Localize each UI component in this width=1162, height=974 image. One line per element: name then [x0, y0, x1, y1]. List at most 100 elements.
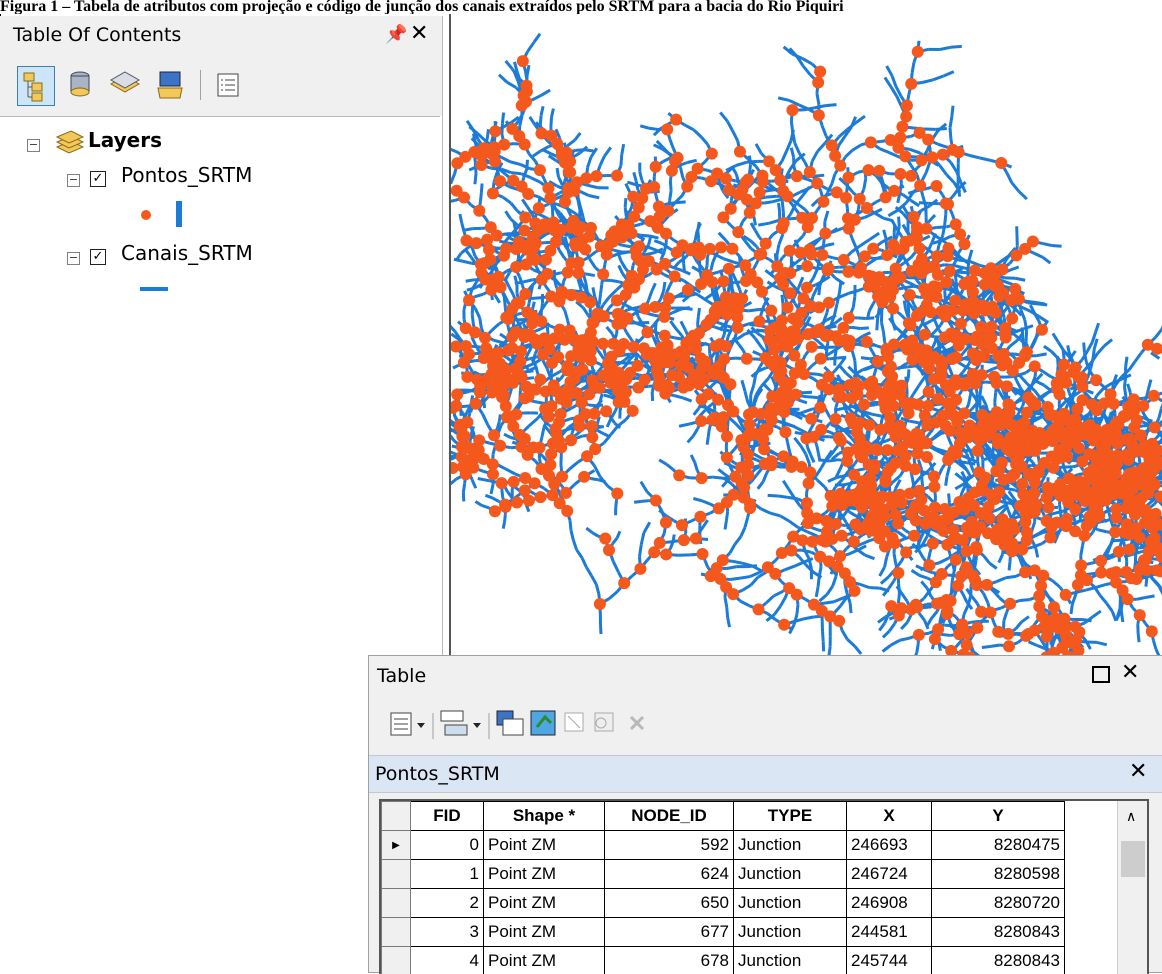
stream-segment — [883, 645, 891, 651]
layer-visibility-checkbox[interactable]: ✓ — [90, 249, 106, 265]
options-icon[interactable] — [210, 66, 246, 104]
stream-segment — [462, 406, 469, 407]
stream-segment — [949, 494, 950, 503]
stream-segment — [596, 584, 599, 594]
stream-segment — [482, 505, 489, 507]
stream-segment — [1022, 617, 1029, 622]
stream-segment — [733, 131, 738, 141]
stream-segment — [1009, 561, 1010, 570]
stream-segment — [693, 499, 702, 501]
stream-segment — [640, 172, 642, 181]
list-by-selection-icon[interactable] — [152, 66, 188, 104]
stream-segment — [589, 195, 600, 197]
stream-segment — [451, 174, 455, 184]
stream-segment — [542, 427, 544, 438]
stream-segment — [724, 463, 732, 467]
stream-segment — [902, 594, 907, 601]
stream-segment — [904, 301, 905, 309]
stream-segment — [887, 66, 892, 76]
layer-visibility-checkbox[interactable]: ✓ — [90, 171, 106, 187]
stream-segment — [575, 133, 581, 140]
stream-segment — [534, 34, 540, 43]
collapse-icon[interactable]: − — [27, 139, 40, 152]
list-by-source-icon[interactable] — [62, 66, 98, 104]
stream-segment — [948, 435, 952, 444]
stream-segment — [802, 58, 812, 63]
stream-segment — [807, 447, 810, 455]
stream-segment — [923, 196, 926, 207]
stream-segment — [597, 430, 603, 433]
stream-segment — [611, 280, 620, 282]
stream-segment — [884, 230, 886, 238]
list-by-visibility-icon[interactable] — [107, 66, 143, 104]
stream-segment — [801, 392, 812, 393]
stream-segment — [644, 522, 650, 533]
stream-segment — [969, 395, 971, 405]
stream-segment — [570, 521, 571, 531]
stream-segment — [480, 318, 482, 328]
stream-segment — [506, 211, 511, 219]
stream-segment — [591, 479, 598, 480]
stream-segment — [911, 570, 919, 575]
stream-segment — [604, 395, 611, 397]
stream-segment — [867, 311, 869, 319]
stream-segment — [451, 325, 455, 332]
stream-segment — [919, 613, 925, 620]
stream-segment — [646, 253, 655, 255]
stream-segment — [765, 196, 776, 197]
collapse-icon[interactable]: − — [67, 174, 80, 187]
stream-segment — [619, 265, 623, 273]
stream-segment — [972, 596, 978, 603]
map-canvas[interactable] — [449, 14, 1162, 658]
stream-segment — [510, 162, 520, 165]
stream-segment — [648, 247, 657, 250]
stream-segment — [463, 483, 464, 492]
stream-segment — [1010, 340, 1018, 346]
collapse-icon[interactable]: − — [67, 252, 80, 265]
stream-segment — [1052, 580, 1060, 586]
stream-segment — [478, 479, 490, 481]
stream-segment — [586, 528, 592, 532]
stream-segment — [541, 106, 543, 115]
stream-segment — [876, 311, 881, 318]
close-icon[interactable]: ✕ — [410, 21, 428, 46]
stream-segment — [713, 254, 716, 262]
stream-segment — [451, 455, 453, 456]
stream-segment — [649, 128, 658, 129]
drainage-network-map — [451, 14, 1162, 658]
stream-segment — [811, 455, 814, 463]
stream-segment — [611, 417, 615, 423]
stream-segment — [963, 593, 967, 601]
stream-segment — [861, 239, 870, 245]
stream-segment — [515, 282, 524, 284]
stream-segment — [627, 182, 636, 185]
list-by-drawing-order-icon[interactable] — [17, 66, 55, 106]
stream-segment — [577, 550, 583, 558]
stream-segment — [558, 177, 562, 185]
stream-segment — [622, 144, 624, 155]
stream-segment — [817, 480, 825, 487]
stream-segment — [1007, 173, 1012, 183]
stream-segment — [531, 298, 541, 299]
stream-segment — [711, 262, 713, 270]
stream-segment — [594, 466, 600, 477]
stream-segment — [506, 469, 516, 474]
stream-segment — [639, 545, 641, 557]
stream-segment — [912, 62, 914, 73]
stream-segment — [763, 473, 766, 481]
stream-segment — [727, 121, 732, 131]
stream-segment — [547, 327, 548, 334]
stream-segment — [754, 216, 756, 225]
stream-segment — [598, 350, 604, 358]
stream-segment — [621, 155, 622, 166]
stream-segment — [870, 233, 879, 239]
stream-segment — [1043, 372, 1051, 377]
stream-segment — [604, 147, 610, 156]
stream-segment — [940, 47, 951, 49]
stream-segment — [641, 501, 648, 502]
stream-segment — [907, 614, 911, 622]
stream-segment — [695, 463, 697, 471]
pin-icon[interactable]: 📌 — [385, 24, 407, 45]
stream-segment — [472, 314, 473, 323]
stream-segment — [524, 371, 533, 372]
